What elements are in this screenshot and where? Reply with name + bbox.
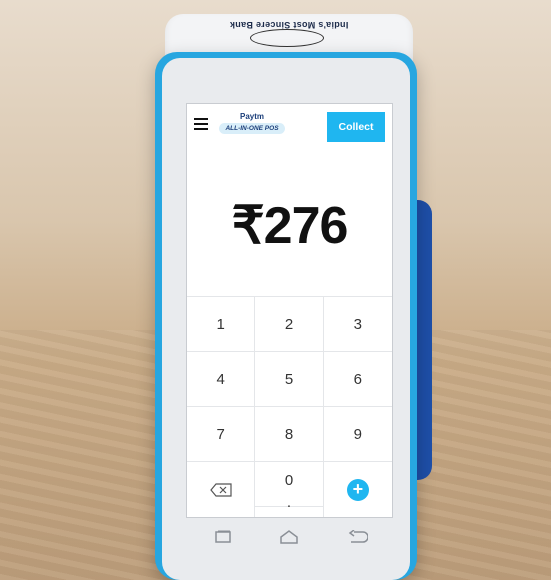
pos-screen: Paytm ALL-IN-ONE POS Collect ₹276 1 2 3 …	[186, 103, 393, 518]
key-3[interactable]: 3	[323, 297, 392, 352]
key-4[interactable]: 4	[187, 352, 256, 407]
key-1[interactable]: 1	[187, 297, 256, 352]
key-0[interactable]: 0	[285, 472, 293, 489]
hamburger-icon[interactable]	[194, 118, 208, 130]
numeric-keypad: 1 2 3 4 5 6 7 8 9 0 . +	[187, 296, 392, 517]
key-8[interactable]: 8	[255, 407, 324, 462]
amount-display: ₹276	[187, 150, 392, 296]
collect-button[interactable]: Collect	[327, 112, 385, 142]
key-6[interactable]: 6	[323, 352, 392, 407]
backspace-key[interactable]	[187, 462, 256, 517]
key-7[interactable]: 7	[187, 407, 256, 462]
key-2[interactable]: 2	[255, 297, 324, 352]
key-9[interactable]: 9	[323, 407, 392, 462]
key-decimal[interactable]: .	[287, 494, 291, 511]
plus-icon: +	[346, 478, 369, 501]
amount-value: 276	[263, 197, 349, 255]
home-icon[interactable]	[279, 530, 299, 544]
add-key[interactable]: +	[324, 462, 392, 517]
amount-text: ₹276	[187, 196, 392, 256]
brand-name: Paytm	[239, 112, 264, 121]
paytm-logo: Paytm ALL-IN-ONE POS	[219, 112, 285, 142]
product-name: ALL-IN-ONE POS	[219, 123, 285, 134]
backspace-icon	[209, 482, 232, 497]
recents-icon[interactable]	[214, 530, 232, 544]
android-nav-bar	[186, 522, 391, 554]
key-0-and-dot: 0 .	[255, 462, 324, 517]
back-icon[interactable]	[348, 530, 368, 544]
top-bar: Paytm ALL-IN-ONE POS Collect	[187, 104, 392, 150]
key-5[interactable]: 5	[255, 352, 324, 407]
nfc-icon	[250, 29, 324, 47]
currency-symbol: ₹	[231, 197, 265, 255]
